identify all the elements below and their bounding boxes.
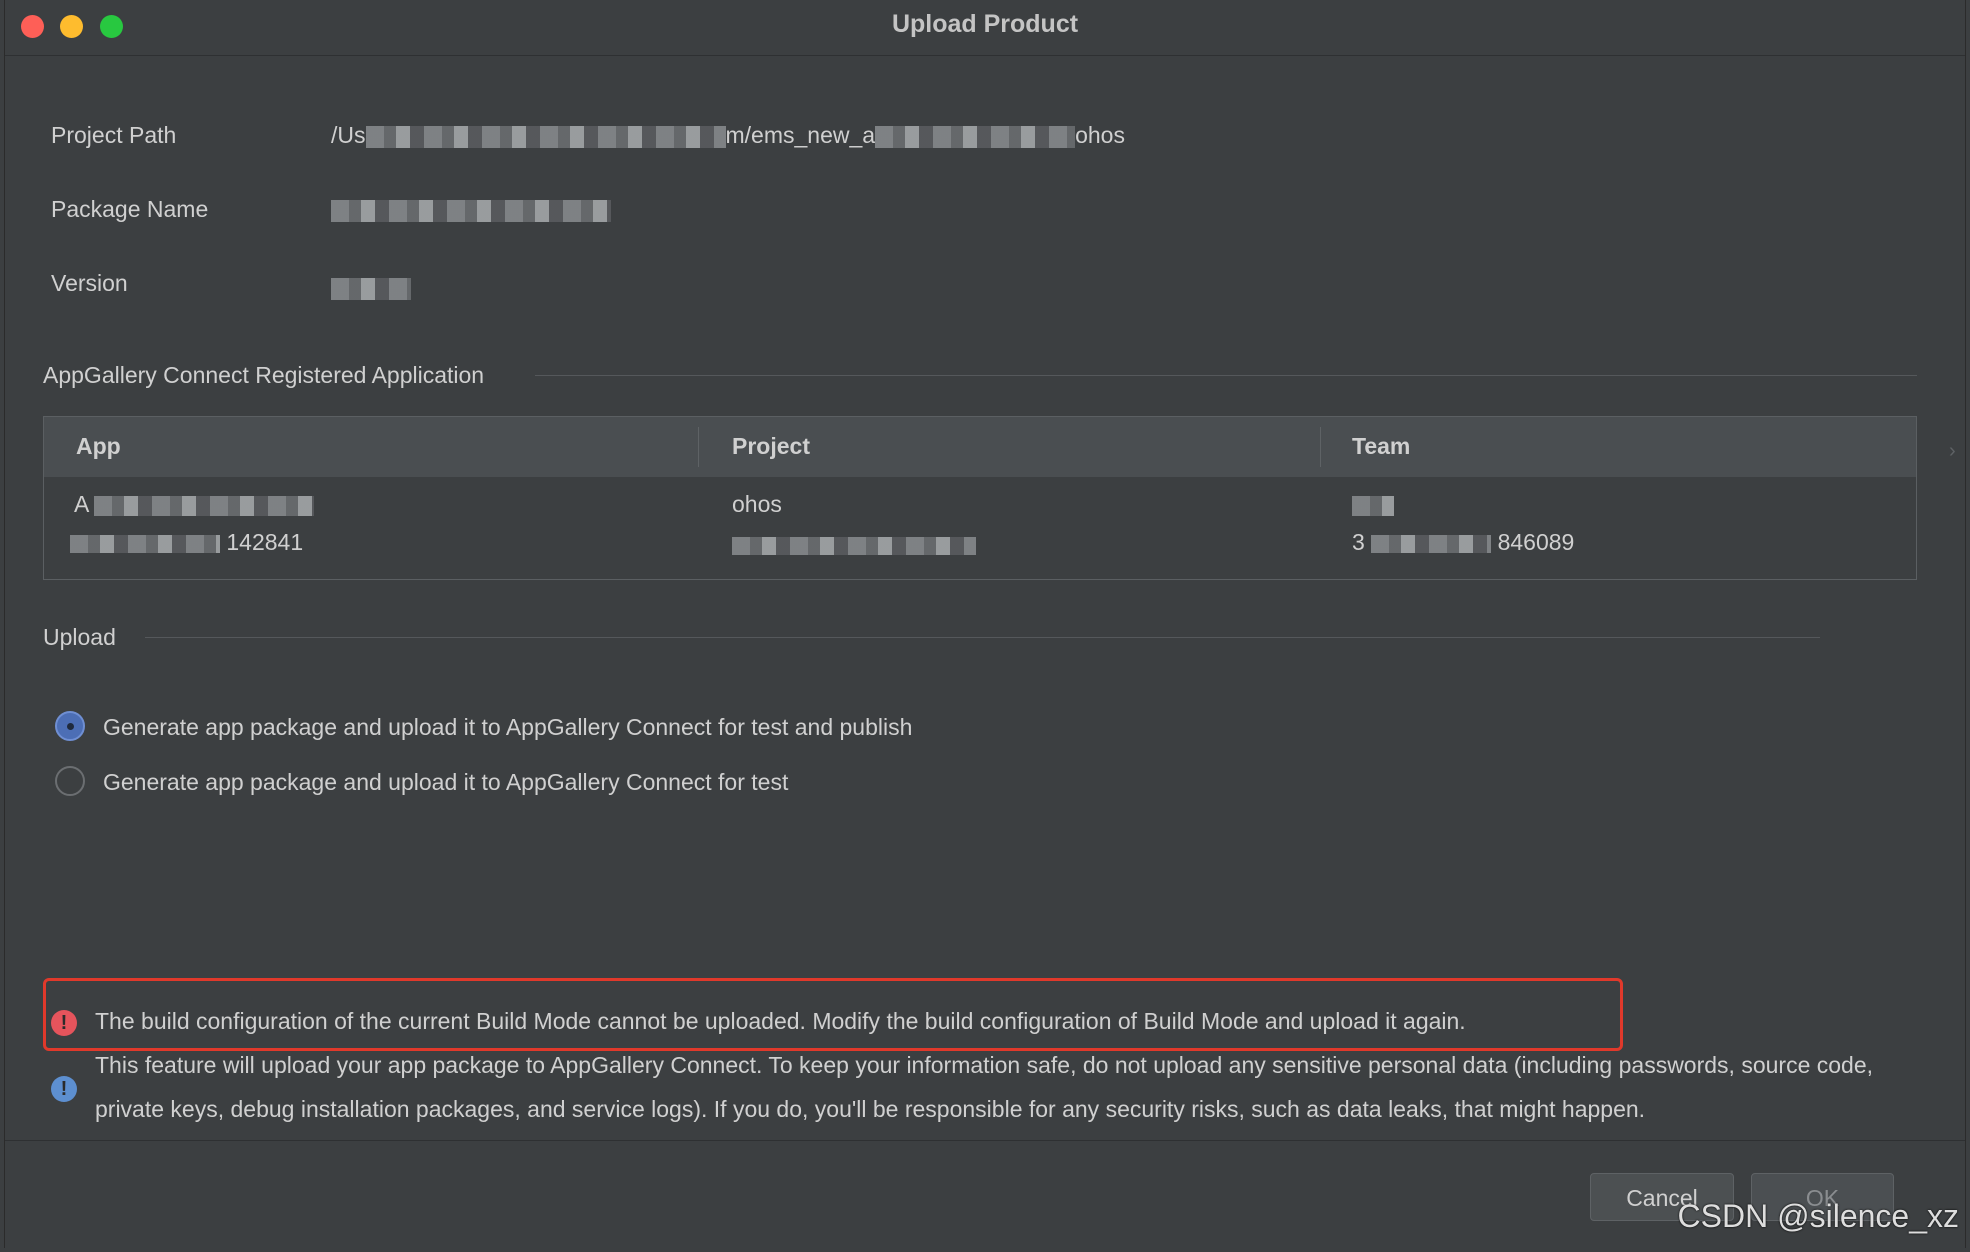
version-value	[331, 274, 411, 301]
table-row[interactable]: A 142841 ohos 3 846089	[44, 477, 1916, 579]
team-id-start: 3	[1352, 529, 1365, 555]
upload-section-title: Upload	[43, 624, 116, 650]
project-path-value-end: ohos	[1075, 122, 1125, 148]
info-message: This feature will upload your app packag…	[95, 1052, 1874, 1122]
upload-product-dialog: Upload Product Project Path /Us m/ems_new…	[4, 0, 1966, 1248]
project-path-label: Project Path	[51, 122, 177, 148]
project-path-value-start: /Us	[331, 122, 366, 148]
project-cell-line1: ohos	[732, 491, 782, 517]
section-divider	[145, 637, 1820, 638]
error-icon: !	[51, 1010, 77, 1036]
radio-label-test-and-publish[interactable]: Generate app package and upload it to Ap…	[103, 714, 912, 741]
app-cell-line1: A	[74, 491, 315, 518]
radio-test-and-publish[interactable]	[55, 711, 85, 741]
table-header: App Project Team	[44, 417, 1916, 477]
redacted-path-block	[365, 125, 726, 148]
project-cell-line2	[732, 531, 976, 558]
project-path-value-mid: m/ems_new_a	[725, 122, 876, 148]
column-separator[interactable]	[1320, 427, 1321, 467]
version-label: Version	[51, 270, 128, 296]
column-header-team[interactable]: Team	[1352, 433, 1410, 460]
redacted-team-block	[1352, 495, 1394, 516]
redacted-app-id-block	[70, 534, 220, 553]
package-name-value	[331, 196, 611, 223]
team-cell-line1	[1352, 491, 1394, 518]
section-divider	[535, 375, 1917, 376]
project-path-value: /Us m/ems_new_a ohos	[331, 122, 1125, 149]
footer-divider	[5, 1140, 1965, 1141]
redacted-project-id-block	[732, 536, 976, 555]
redacted-path-block	[875, 125, 1076, 148]
redacted-version-block	[331, 277, 411, 300]
team-cell-line2: 3 846089	[1352, 529, 1574, 556]
redacted-app-block	[94, 495, 315, 516]
watermark: CSDN @silence_xz	[1677, 1198, 1959, 1234]
column-header-app[interactable]: App	[76, 433, 121, 460]
redacted-team-id-block	[1371, 534, 1492, 553]
info-icon: !	[51, 1076, 77, 1102]
window-title: Upload Product	[891, 10, 1079, 38]
registered-app-section-title: AppGallery Connect Registered Applicatio…	[43, 362, 485, 388]
scroll-chevron-icon: ›	[1949, 440, 1956, 462]
app-cell-line2: 142841	[70, 529, 303, 556]
radio-test-only[interactable]	[55, 766, 85, 796]
column-header-project[interactable]: Project	[732, 433, 810, 460]
team-id-end: 846089	[1497, 529, 1575, 555]
radio-label-test-only[interactable]: Generate app package and upload it to Ap…	[103, 769, 788, 796]
error-message: The build configuration of the current B…	[95, 1008, 1466, 1034]
redacted-package-block	[331, 199, 611, 222]
registered-app-table: App Project Team A 142841 ohos 3 846089	[43, 416, 1917, 580]
package-name-label: Package Name	[51, 196, 209, 222]
app-name-text: A	[74, 491, 89, 517]
title-bar: Upload Product	[5, 0, 1965, 56]
column-separator[interactable]	[698, 427, 699, 467]
app-id-text: 142841	[226, 529, 304, 555]
